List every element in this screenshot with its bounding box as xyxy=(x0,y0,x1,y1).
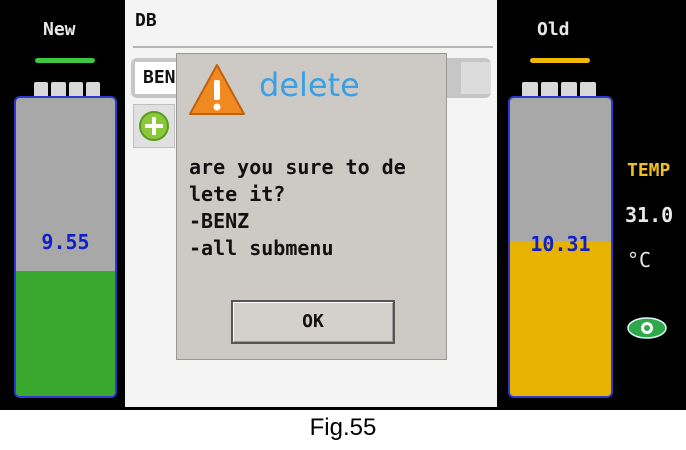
old-battery-cap xyxy=(522,82,596,96)
temp-unit: °C xyxy=(627,248,652,272)
new-battery-cap xyxy=(34,82,100,96)
new-battery-value: 9.55 xyxy=(41,230,90,254)
new-panel-indicator xyxy=(35,58,95,63)
old-panel-indicator xyxy=(530,58,590,63)
list-item-handle xyxy=(461,62,491,94)
dialog-message: are you sure to de lete it? -BENZ -all s… xyxy=(189,155,406,260)
new-battery: 9.55 xyxy=(14,96,117,398)
plus-icon xyxy=(139,111,169,141)
dialog-title: delete xyxy=(259,66,360,104)
figure-caption: Fig.55 xyxy=(309,414,377,441)
add-button[interactable] xyxy=(133,104,175,148)
temp-label: TEMP xyxy=(627,160,671,181)
temp-value: 31.0 xyxy=(625,203,674,227)
device-screen: New 9.55 DB BEN delete are you sure to d xyxy=(0,0,686,410)
new-battery-fill xyxy=(16,270,115,396)
settings-icon[interactable] xyxy=(626,316,668,340)
warning-icon xyxy=(189,64,245,115)
new-panel-title: New xyxy=(43,19,76,40)
db-divider xyxy=(133,46,493,48)
delete-dialog: delete are you sure to de lete it? -BENZ… xyxy=(176,53,447,360)
old-battery: 10.31 xyxy=(508,96,613,398)
ok-button[interactable]: OK xyxy=(231,300,395,344)
old-battery-fill xyxy=(510,241,611,396)
db-title: DB xyxy=(135,10,157,31)
old-panel-title: Old xyxy=(537,19,570,40)
old-battery-value: 10.31 xyxy=(530,232,591,256)
